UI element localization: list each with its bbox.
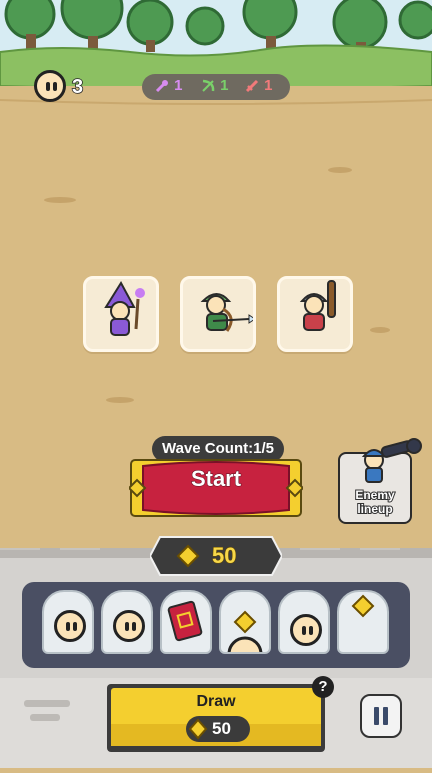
enemy-lineup-label-line1: Enemy [354,487,395,503]
face-icon [113,610,145,642]
archer-count: 1 [200,77,229,94]
help-button[interactable]: ? [312,676,334,698]
sword-icon [245,79,259,93]
slot-6[interactable] [337,590,389,654]
pause-icon [374,707,388,725]
archer-hero-icon [200,293,256,332]
draw-cost-value: 50 [212,719,231,738]
enemy-lineup-label-line2: lineup [356,501,393,517]
hero-card-archer[interactable] [180,276,256,352]
gem-icon [188,718,208,740]
mage-count-value: 1 [174,77,183,94]
warrior-hero-icon [299,280,336,331]
wizard-hero-icon [104,281,145,336]
slot-4[interactable] [219,590,271,654]
coin-count: 3 [71,75,84,99]
gem-icon [227,610,263,652]
pause-button[interactable] [360,694,402,738]
enemy-lineup-label: Enemy lineup [338,487,412,517]
gem-icon [351,594,375,618]
slot-1[interactable] [42,590,94,654]
spyglass-scout-icon [361,438,422,483]
archer-count-value: 1 [220,77,229,94]
red-card-icon [167,600,203,642]
bow-icon [202,79,215,92]
slot-3[interactable] [160,590,212,654]
coin-face-icon [34,70,66,102]
gem-count-value: 50 [211,543,237,569]
face-icon [54,610,86,642]
hero-card-wizard[interactable] [83,276,159,352]
hero-card-warrior[interactable] [277,276,353,352]
mage-count: 1 [154,77,183,94]
face-icon [290,614,322,646]
warrior-count: 1 [244,77,273,94]
warrior-count-value: 1 [264,77,273,94]
slot-5[interactable] [278,590,330,654]
draw-button-label: Draw [196,693,236,710]
wand-icon [155,80,168,93]
start-button-label: Start [190,466,242,492]
slot-2[interactable] [101,590,153,654]
class-summary-bar: 1 1 1 [142,74,290,100]
